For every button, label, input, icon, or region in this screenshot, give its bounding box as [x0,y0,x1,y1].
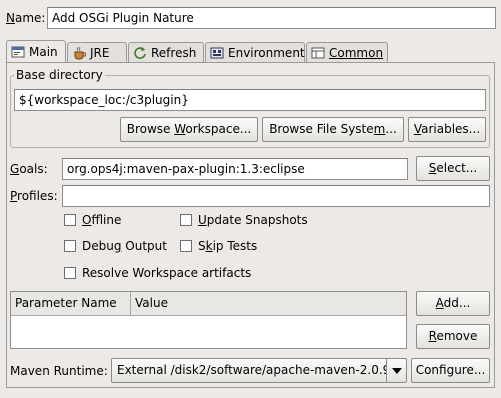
variables-button[interactable]: Variables... [408,117,486,142]
jre-icon [72,46,87,60]
skip-tests-checkbox[interactable]: Skip Tests [180,239,257,253]
profiles-input[interactable] [62,185,490,207]
browse-workspace-button[interactable]: Browse Workspace... [120,117,258,142]
tab-bar: Main JRE Refresh Environment Common [6,40,495,64]
common-icon [311,46,325,60]
debug-output-checkbox[interactable]: Debug Output [64,239,167,253]
debug-output-checkbox-box[interactable] [64,240,76,252]
refresh-icon [133,46,147,60]
name-input[interactable]: Add OSGi Plugin Nature [47,7,496,29]
base-directory-title: Base directory [14,67,105,83]
goals-input[interactable]: org.ops4j:maven-pax-plugin:1.3:eclipse [62,158,408,180]
configure-button[interactable]: Configure... [411,358,490,383]
base-directory-input[interactable]: ${workspace_loc:/c3plugin} [14,89,486,111]
add-button[interactable]: Add... [416,291,490,316]
chevron-down-icon[interactable] [386,359,406,382]
environment-icon [210,46,224,60]
main-icon [11,45,25,59]
tab-common[interactable]: Common [306,42,388,62]
parameters-table[interactable]: Parameter Name Value [10,291,407,349]
name-label: Name: [6,11,46,25]
maven-runtime-select[interactable]: External /disk2/software/apache-maven-2.… [111,358,407,383]
update-snapshots-checkbox[interactable]: Update Snapshots [180,213,308,227]
tab-jre[interactable]: JRE [67,42,127,62]
skip-tests-checkbox-box[interactable] [180,240,192,252]
remove-button[interactable]: Remove [416,324,490,349]
tab-environment[interactable]: Environment [205,42,305,62]
offline-checkbox[interactable]: Offline [64,213,121,227]
select-button[interactable]: Select... [416,156,490,181]
tab-main[interactable]: Main [6,40,66,62]
browse-file-system-button[interactable]: Browse File System... [262,117,404,142]
parameter-name-column-header[interactable]: Parameter Name [11,292,131,316]
resolve-workspace-checkbox-box[interactable] [64,267,76,279]
tab-refresh[interactable]: Refresh [128,42,204,62]
offline-checkbox-box[interactable] [64,214,76,226]
profiles-label: Profiles: [10,189,58,203]
goals-label: Goals: [10,162,48,176]
maven-runtime-value: External /disk2/software/apache-maven-2.… [117,363,386,377]
resolve-workspace-checkbox[interactable]: Resolve Workspace artifacts [64,266,251,280]
update-snapshots-checkbox-box[interactable] [180,214,192,226]
value-column-header[interactable]: Value [131,292,406,316]
maven-runtime-label: Maven Runtime: [10,364,108,378]
